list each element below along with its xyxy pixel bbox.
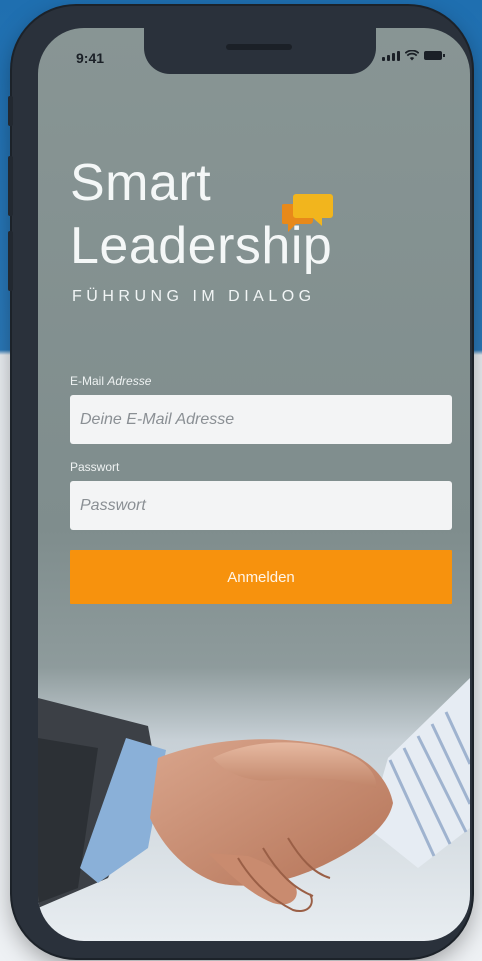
email-label: E-Mail Adresse [70,374,152,388]
email-field[interactable] [70,395,452,444]
logo-tagline: FÜHRUNG IM DIALOG [72,288,316,305]
signal-icon [382,50,400,61]
volume-up-button [8,156,13,216]
password-label: Passwort [70,460,120,474]
speaker [226,44,292,50]
status-icons [382,50,445,61]
login-button[interactable]: Anmelden [70,550,452,604]
handshake-image [38,678,470,912]
mute-switch [8,96,13,126]
wifi-icon [405,50,419,61]
status-time: 9:41 [76,50,105,66]
logo-title-line1: Smart [70,154,212,212]
app-screen: 9:41 Smart Leadership FÜHRUNG IM DIALOG … [38,28,470,941]
volume-down-button [8,231,13,291]
phone-frame: 9:41 Smart Leadership FÜHRUNG IM DIALOG … [8,6,472,958]
chat-bubble-icon [282,194,333,232]
password-field[interactable] [70,481,452,530]
battery-icon [424,51,445,60]
notch [144,28,376,74]
